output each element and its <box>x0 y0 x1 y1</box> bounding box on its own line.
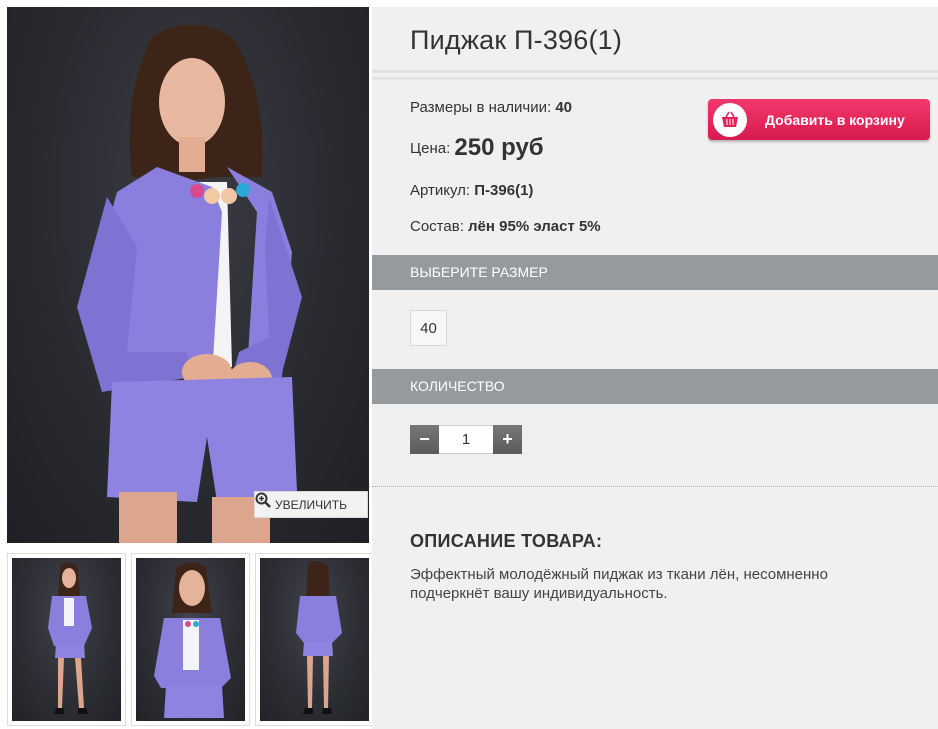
page-title: Пиджак П-396(1) <box>410 25 623 55</box>
quantity-section-header: КОЛИЧЕСТВО <box>372 369 938 404</box>
main-product-photo[interactable]: УВЕЛИЧИТЬ <box>7 7 369 543</box>
dotted-divider <box>372 486 938 487</box>
quantity-section-title: КОЛИЧЕСТВО <box>410 378 505 394</box>
thumbnail-illustration <box>296 561 342 714</box>
thumbnail-illustration <box>154 562 231 718</box>
title-bar: Пиджак П-396(1) <box>372 7 938 73</box>
size-option-40[interactable]: 40 <box>410 310 447 346</box>
article-label: Артикул: <box>410 182 471 199</box>
quantity-input[interactable] <box>439 425 493 454</box>
thumbnail-illustration <box>48 562 92 714</box>
price-line: Цена: 250 руб <box>410 134 544 162</box>
price-value: 250 руб <box>454 134 544 161</box>
thumbnail-strip <box>7 553 374 726</box>
product-details-panel: Пиджак П-396(1) Размеры в наличии: 40 Це… <box>372 7 938 729</box>
composition-line: Состав: лён 95% эласт 5% <box>410 218 601 235</box>
composition-label: Состав: <box>410 218 464 235</box>
divider <box>372 77 938 80</box>
add-to-cart-button[interactable]: Добавить в корзину <box>708 99 930 140</box>
thumbnail-3[interactable] <box>255 553 374 726</box>
article-line: Артикул: П-396(1) <box>410 182 533 199</box>
quantity-stepper: − + <box>410 425 522 454</box>
zoom-label: УВЕЛИЧИТЬ <box>275 497 347 512</box>
thumbnail-1[interactable] <box>7 553 126 726</box>
size-section-header: ВЫБЕРИТЕ РАЗМЕР <box>372 255 938 290</box>
sizes-value: 40 <box>555 99 572 116</box>
description-heading: ОПИСАНИЕ ТОВАРА: <box>410 531 603 551</box>
description-text: Эффектный молодёжный пиджак из ткани лён… <box>410 566 828 602</box>
quantity-increase-button[interactable]: + <box>493 425 522 454</box>
sizes-label: Размеры в наличии: <box>410 99 552 116</box>
sizes-available: Размеры в наличии: 40 <box>410 99 572 116</box>
composition-value: лён 95% эласт 5% <box>468 218 601 235</box>
quantity-decrease-button[interactable]: − <box>410 425 439 454</box>
article-value: П-396(1) <box>474 182 534 199</box>
thumbnail-2[interactable] <box>131 553 250 726</box>
price-label: Цена: <box>410 140 451 157</box>
model-illustration <box>77 24 302 543</box>
zoom-in-icon <box>255 492 271 508</box>
basket-icon <box>713 102 747 137</box>
add-to-cart-label: Добавить в корзину <box>765 111 905 128</box>
zoom-button[interactable]: УВЕЛИЧИТЬ <box>254 491 368 518</box>
size-section-title: ВЫБЕРИТЕ РАЗМЕР <box>410 264 548 280</box>
